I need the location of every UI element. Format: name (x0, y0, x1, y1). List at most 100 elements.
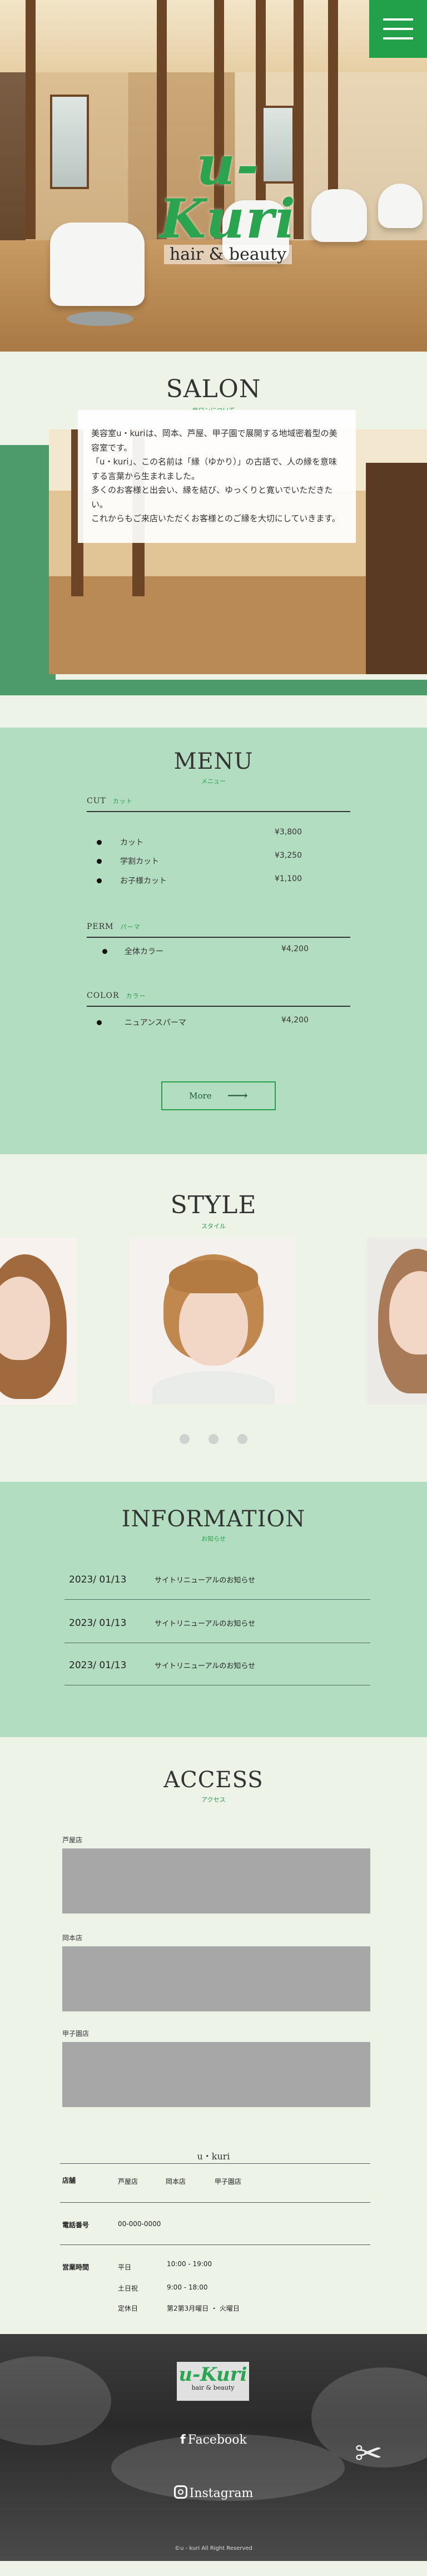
section-title: MENU (173, 749, 254, 774)
hamburger-menu-button[interactable] (369, 0, 427, 58)
menu-price: ¥4,200 (281, 1016, 309, 1025)
category-jp: カラー (126, 992, 146, 1000)
store-name: 芦屋店 (118, 2178, 138, 2186)
instagram-label: Instagram (189, 2486, 254, 2500)
section-title: STYLE (170, 1191, 257, 1219)
hero-logo: u-Kuri hair & beauty (133, 139, 322, 264)
map-koshien[interactable] (62, 2042, 370, 2107)
menu-price: ¥3,800 (275, 828, 302, 837)
hero-beam (26, 0, 36, 239)
slider-dot[interactable] (208, 1434, 219, 1444)
face-shape (179, 1282, 248, 1366)
hours-day: 土日祝 (118, 2285, 138, 2292)
decorative-bar (0, 445, 56, 695)
style-slide[interactable] (130, 1238, 295, 1405)
hero-chair-base (67, 312, 133, 326)
bullet-icon (97, 859, 102, 864)
hero-ceiling (0, 0, 427, 72)
hamburger-icon-line (383, 37, 413, 39)
more-button-label: More (189, 1091, 212, 1101)
map-label: 芦屋店 (62, 1836, 83, 1844)
decorative-strip (0, 680, 427, 695)
slider-dots (0, 1434, 427, 1444)
category-jp: パーマ (120, 923, 141, 931)
slider-dot[interactable] (237, 1434, 247, 1444)
phone-number: 00-000-0000 (118, 2220, 161, 2228)
news-date: 2023/ 01/13 (69, 1659, 127, 1671)
instagram-icon (173, 2485, 187, 2499)
footer-brand: u-Kuri (178, 2364, 247, 2386)
map-ashiya[interactable] (62, 1848, 370, 1914)
divider (60, 2244, 370, 2245)
salon-paragraph: 美容室u・kuriは、岡本、芦屋、甲子園で展開する地域密着型の美容室です。 (91, 428, 337, 453)
store-label: 店舗 (62, 2177, 76, 2184)
arrow-right-icon: ⟶ (227, 1087, 248, 1104)
menu-heading: MENU メニュー (0, 728, 427, 785)
bullet-icon (97, 840, 102, 845)
information-heading: INFORMATION お知らせ (0, 1506, 427, 1543)
hours-time: 9:00 - 18:00 (167, 2283, 208, 2291)
background-blur (0, 2356, 111, 2445)
instagram-link[interactable]: Instagram (0, 2485, 427, 2500)
section-subtitle: お知らせ (201, 1535, 226, 1542)
salon-paragraph: 「u・kuri」、この名前は「縁（ゆかり）」の古語で、人の縁を意味する言葉から生… (91, 457, 337, 481)
style-slide[interactable] (0, 1238, 77, 1405)
menu-section: MENU メニュー CUT カット ¥3,800 カット ¥3,250 学割カット… (0, 728, 427, 1154)
more-button[interactable]: More ⟶ (161, 1081, 276, 1110)
salon-paragraph: 多くのお客様と出会い、縁を結び、ゆっくりと寛いでいただきたい。 (91, 485, 333, 510)
footer-logo[interactable]: u-Kuri hair & beauty (177, 2362, 249, 2401)
style-heading: STYLE スタイル (0, 1191, 427, 1230)
photo-wall (366, 463, 427, 674)
access-heading: ACCESS アクセス (0, 1767, 427, 1804)
shoulder-shape (152, 1371, 275, 1405)
menu-item-name: 学割カット (120, 857, 159, 866)
news-item[interactable]: 2023/ 01/13 サイトリニューアルのお知らせ (64, 1645, 370, 1685)
access-section: ACCESS アクセス 芦屋店 岡本店 甲子園店 u・kuri 店舗 芦屋店 岡… (0, 1737, 427, 2334)
shop-name: u・kuri (197, 2151, 230, 2162)
facebook-icon: f (180, 2433, 186, 2447)
bullet-icon (102, 949, 107, 954)
news-item[interactable]: 2023/ 01/13 サイトリニューアルのお知らせ (64, 1560, 370, 1600)
hero-chair (50, 223, 145, 306)
hours-time: 第2第3月曜日 ・ 火曜日 (167, 2305, 240, 2312)
hair-shape (169, 1260, 258, 1293)
map-okamoto[interactable] (62, 1946, 370, 2011)
menu-price: ¥4,200 (281, 945, 309, 953)
facebook-label: Facebook (187, 2433, 247, 2447)
news-title: サイトリニューアルのお知らせ (155, 1662, 256, 1670)
salon-paragraph: これからもご来店いただくお客様とのご縁を大切にしていきます。 (91, 513, 340, 523)
menu-category-color: COLOR カラー (87, 991, 350, 1007)
copyright: ©u - kuri All Right Reserved (175, 2545, 252, 2552)
category-jp: カット (112, 798, 133, 805)
salon-heading: SALON サロンについて (0, 375, 427, 414)
logo-brand: u-Kuri (159, 134, 297, 250)
hours-day: 平日 (118, 2263, 132, 2271)
bullet-icon (97, 1020, 102, 1025)
menu-item: ニュアンスパーマ (97, 1017, 308, 1029)
news-title: サイトリニューアルのお知らせ (155, 1620, 256, 1628)
section-title: ACCESS (163, 1767, 264, 1793)
hero-section: u-Kuri hair & beauty (0, 0, 427, 352)
menu-item: 全体カラー (97, 946, 308, 958)
bullet-icon (97, 878, 102, 883)
category-name: PERM (87, 922, 114, 931)
section-subtitle: スタイル (201, 1223, 226, 1230)
news-title: サイトリニューアルのお知らせ (155, 1576, 256, 1585)
style-slide[interactable] (367, 1238, 427, 1405)
menu-item-name: ニュアンスパーマ (125, 1018, 186, 1027)
news-date: 2023/ 01/13 (69, 1617, 127, 1629)
hero-mirror (50, 95, 89, 189)
store-name: 甲子園店 (215, 2178, 242, 2186)
menu-item-name: 全体カラー (125, 947, 163, 956)
menu-item-name: お子様カット (120, 877, 167, 886)
logo-tagline: hair & beauty (163, 245, 292, 264)
store-name: 岡本店 (166, 2178, 186, 2186)
phone-label: 電話番号 (62, 2221, 90, 2229)
hamburger-icon-line (383, 28, 413, 30)
menu-category-perm: PERM パーマ (87, 922, 350, 938)
hero-chair (378, 184, 423, 228)
news-item[interactable]: 2023/ 01/13 サイトリニューアルのお知らせ (64, 1603, 370, 1643)
slider-dot[interactable] (180, 1434, 190, 1444)
menu-item: カット (97, 837, 308, 849)
hours-label: 営業時間 (62, 2263, 90, 2271)
